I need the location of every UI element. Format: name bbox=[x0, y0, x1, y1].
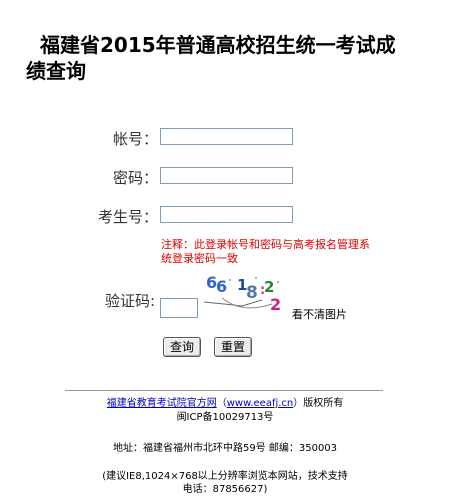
svg-text:2: 2 bbox=[264, 278, 274, 296]
password-input[interactable] bbox=[160, 167, 293, 184]
captcha-input[interactable] bbox=[160, 298, 198, 318]
footer-address: 地址：福建省福州市北环中路59号 邮编：350003 bbox=[112, 443, 338, 454]
captcha-image[interactable]: 6 6 1 8 : 2 2 bbox=[202, 268, 290, 318]
svg-text:6: 6 bbox=[216, 277, 227, 296]
svg-text:8: 8 bbox=[246, 283, 258, 303]
site-url-link[interactable]: www.eeafj.cn bbox=[227, 398, 294, 409]
score-query-page: 福建省2015年普通高校招生统一考试成绩查询 帐号： 密码： 考生号： 注释：此… bbox=[0, 0, 450, 498]
exam-id-label: 考生号： bbox=[97, 208, 158, 226]
footer-copyright: 福建省教育考试院官方网（www.eeafj.cn）版权所有 bbox=[0, 397, 450, 410]
reset-button[interactable]: 重置 bbox=[214, 337, 253, 357]
query-button[interactable]: 查询 bbox=[163, 337, 202, 357]
footer-divider bbox=[65, 390, 383, 391]
org-link[interactable]: 福建省教育考试院官方网 bbox=[107, 398, 217, 409]
url-open-paren: （ bbox=[216, 398, 227, 409]
account-label: 帐号： bbox=[112, 130, 158, 148]
captcha-label: 验证码: bbox=[104, 292, 155, 310]
password-label: 密码： bbox=[112, 169, 158, 187]
page-title: 福建省2015年普通高校招生统一考试成绩查询 bbox=[26, 33, 396, 83]
captcha-refresh-link[interactable]: 看不清图片 bbox=[292, 306, 347, 322]
exam-id-input[interactable] bbox=[160, 206, 293, 223]
url-close-paren: ） bbox=[293, 398, 304, 409]
footer-advice: (建议IE8,1024×768以上分辨率浏览本网站，技术支持电话：8785662… bbox=[102, 471, 348, 495]
account-input[interactable] bbox=[160, 128, 293, 145]
captcha-graphic: 6 6 1 8 : 2 2 bbox=[202, 268, 290, 318]
footer-icp: 闽ICP备10029713号 bbox=[176, 412, 274, 423]
rights-text: 版权所有 bbox=[303, 398, 344, 409]
login-note: 注释：此登录帐号和密码与高考报名管理系统登录密码一致 bbox=[161, 238, 370, 265]
